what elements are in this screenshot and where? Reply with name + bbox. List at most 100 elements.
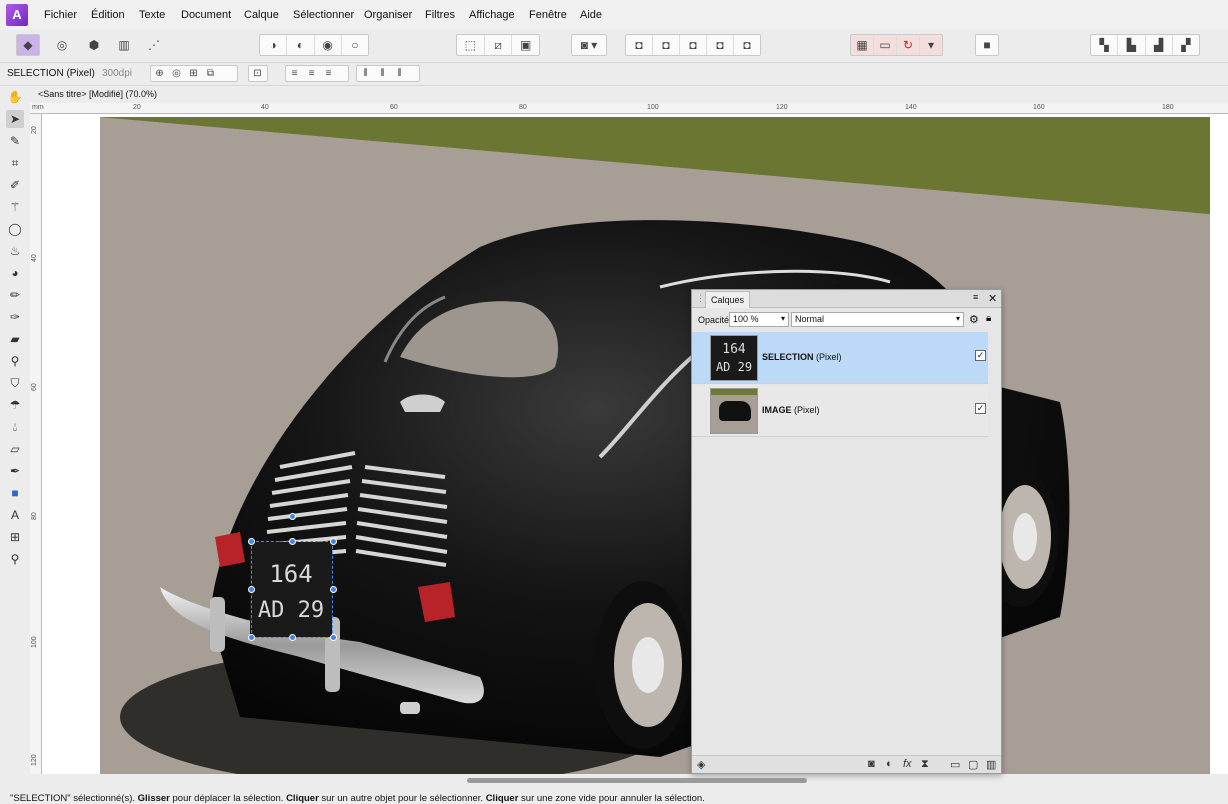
wand-icon[interactable]: ⚚ — [6, 198, 24, 216]
tone-mapping-persona-icon[interactable]: ▥ — [112, 34, 136, 56]
resize-handle[interactable] — [289, 538, 296, 545]
add-layer-icon[interactable]: ▢ — [968, 758, 978, 771]
resize-handle[interactable] — [248, 538, 255, 545]
menu-selectionner[interactable]: Sélectionner — [293, 9, 354, 21]
rotate-handle[interactable] — [289, 513, 296, 520]
fill-icon[interactable]: ♨ — [6, 242, 24, 260]
stamp-icon[interactable]: ⛉ — [6, 374, 24, 392]
subtract-icon[interactable]: ◘ — [653, 35, 680, 55]
delete-layer-icon[interactable]: ▥ — [986, 758, 996, 771]
eraser-icon[interactable]: ▱ — [6, 440, 24, 458]
car-photo[interactable]: 164 AD 29 — [100, 117, 1210, 774]
rect-icon[interactable]: ■ — [6, 484, 24, 502]
drop-icon[interactable]: 💧︎ — [6, 418, 24, 436]
snapping-grid-icon[interactable]: ▦ — [851, 35, 874, 55]
zoom-icon[interactable]: ⚲ — [6, 352, 24, 370]
hand-icon[interactable]: ✋ — [6, 88, 24, 106]
menu-aide[interactable]: Aide — [580, 9, 602, 21]
align-left-icon[interactable]: ≡ — [286, 66, 303, 81]
resize-handle[interactable] — [289, 634, 296, 641]
hue-icon[interactable]: ◉ — [315, 35, 342, 55]
resize-handle[interactable] — [330, 586, 337, 593]
menu-fichier[interactable]: Fichier — [44, 9, 77, 21]
layer-row-selection[interactable]: 164 AD 29 SELECTION (Pixel) ✓ — [692, 332, 988, 384]
menu-calque[interactable]: Calque — [244, 9, 279, 21]
crop-icon[interactable]: ⌗ — [6, 154, 24, 172]
move-icon[interactable]: ➤ — [6, 110, 24, 128]
balance-icon[interactable]: ○ — [342, 35, 368, 55]
snap-icon[interactable]: ⊡ — [248, 65, 268, 82]
trash-icon[interactable]: ■ — [975, 34, 999, 56]
gear-icon[interactable]: ⚙ — [969, 313, 979, 326]
divide-icon[interactable]: ◘ — [734, 35, 760, 55]
smudge-icon[interactable]: ☂ — [6, 396, 24, 414]
menu-affichage[interactable]: Affichage — [469, 9, 515, 21]
retouch-icon[interactable]: ✑ — [6, 308, 24, 326]
menu-document[interactable]: Document — [181, 9, 231, 21]
folder-icon[interactable]: ▭ — [950, 758, 960, 771]
lock-icon[interactable]: 🔒︎ — [986, 313, 991, 324]
document-tab[interactable]: <Sans titre> [Modifié] (70.0%) — [38, 89, 157, 99]
liquify-persona-icon[interactable]: ◎ — [50, 34, 74, 56]
panel-menu-icon[interactable]: ≡ — [973, 292, 978, 302]
snapping-magnet-icon[interactable]: ▭ — [874, 35, 897, 55]
visibility-checkbox[interactable]: ✓ — [975, 403, 986, 414]
align-center-icon[interactable]: ≡ — [303, 66, 320, 81]
align-top-icon[interactable]: ⫴ — [357, 66, 374, 81]
tab-calques[interactable]: Calques — [705, 291, 751, 308]
export-persona-icon[interactable]: ⋰ — [142, 34, 166, 56]
mask-icon[interactable]: ◙ — [868, 758, 875, 770]
resize-handle[interactable] — [248, 586, 255, 593]
search-icon[interactable]: ⚲ — [6, 550, 24, 568]
contrast-icon[interactable]: ◐ — [287, 35, 315, 55]
horizontal-scrollbar[interactable] — [467, 778, 807, 783]
lasso-icon[interactable]: ◯ — [6, 220, 24, 238]
visibility-checkbox[interactable]: ✓ — [975, 350, 986, 361]
align-middle-icon[interactable]: ⫴ — [374, 66, 391, 81]
select-all-icon[interactable]: ⬚ — [457, 35, 485, 55]
develop-persona-icon[interactable]: ⬢ — [82, 34, 106, 56]
snapping-dropdown-icon[interactable]: ▾ — [920, 35, 942, 55]
fx-icon[interactable]: fx — [903, 758, 912, 770]
menu-filtres[interactable]: Filtres — [425, 9, 455, 21]
forward-icon[interactable]: ▙ — [1118, 35, 1146, 55]
transform-scale-icon[interactable]: ⧉ — [202, 66, 219, 81]
layer-row-image[interactable]: IMAGE (Pixel) ✓ — [692, 385, 988, 437]
menu-organiser[interactable]: Organiser — [364, 9, 412, 21]
mesh-icon[interactable]: ⊞ — [6, 528, 24, 546]
layers-stack-icon[interactable]: ◈ — [697, 758, 705, 771]
bring-front-icon[interactable]: ▚ — [1091, 35, 1119, 55]
panel-grip-icon[interactable]: ⋮ — [696, 293, 705, 304]
quick-mask-icon[interactable]: ◙ ▾ — [571, 34, 607, 56]
text-icon[interactable]: A — [6, 506, 24, 524]
intersect-icon[interactable]: ◘ — [680, 35, 707, 55]
resize-handle[interactable] — [330, 538, 337, 545]
eyedropper-icon[interactable]: ✎ — [6, 132, 24, 150]
transform-fit-icon[interactable]: ⊞ — [185, 66, 202, 81]
send-back-icon[interactable]: ▞ — [1173, 35, 1199, 55]
color-icon[interactable]: ◕ — [6, 264, 24, 282]
menu-edition[interactable]: Édition — [91, 9, 125, 21]
live-filter-icon[interactable]: ⧗ — [921, 758, 929, 771]
transform-view-icon[interactable]: ◎ — [168, 66, 185, 81]
opacity-field[interactable]: 100 % ▾ — [729, 312, 789, 327]
adjustment-icon[interactable]: ◐ — [886, 758, 893, 770]
bandage-icon[interactable]: ▰ — [6, 330, 24, 348]
align-right-icon[interactable]: ≡ — [320, 66, 337, 81]
add-icon[interactable]: ◘ — [626, 35, 653, 55]
close-icon[interactable]: ✕ — [988, 292, 997, 305]
xor-icon[interactable]: ◘ — [707, 35, 734, 55]
photo-persona-icon[interactable]: ◆ — [16, 34, 40, 56]
brush-icon[interactable]: ✐ — [6, 176, 24, 194]
resize-handle[interactable] — [330, 634, 337, 641]
menu-fenetre[interactable]: Fenêtre — [529, 9, 567, 21]
backward-icon[interactable]: ▟ — [1146, 35, 1173, 55]
levels-icon[interactable]: ◑ — [260, 35, 288, 55]
pen-icon[interactable]: ✒ — [6, 462, 24, 480]
align-bottom-icon[interactable]: ⫴ — [391, 66, 408, 81]
menu-texte[interactable]: Texte — [139, 9, 165, 21]
deselect-icon[interactable]: ⧄ — [485, 35, 513, 55]
selection-bounding-box[interactable] — [248, 513, 337, 641]
resize-handle[interactable] — [248, 634, 255, 641]
invert-selection-icon[interactable]: ▣ — [512, 35, 539, 55]
